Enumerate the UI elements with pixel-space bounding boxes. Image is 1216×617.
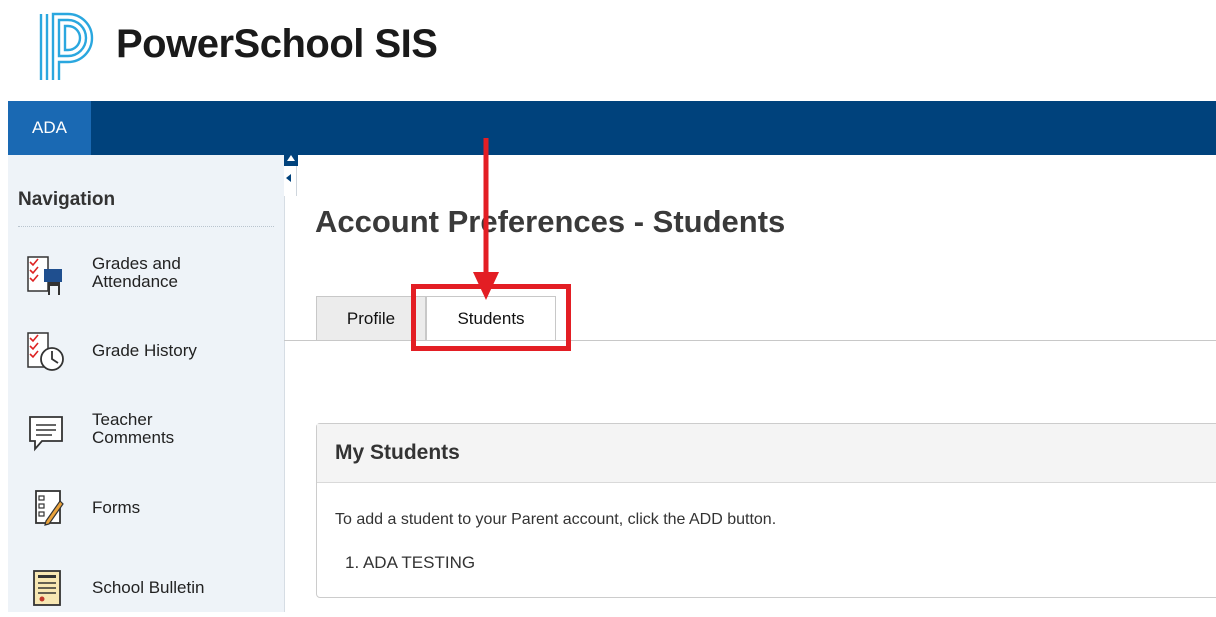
tab-profile[interactable]: Profile: [316, 296, 426, 341]
list-item[interactable]: 1. ADA TESTING: [345, 553, 475, 573]
annotation-highlight-box: [411, 284, 571, 351]
sidebar-item-label: Grades and: [92, 254, 181, 273]
sidebar-item-label: Attendance: [92, 272, 179, 291]
student-tab-ada[interactable]: ADA: [8, 101, 91, 155]
sidebar-item-label: Teacher: [92, 410, 153, 429]
annotation-arrow-icon: [473, 138, 499, 300]
forms-icon: [35, 490, 64, 526]
header: PowerSchool SIS: [0, 0, 1216, 101]
sidebar-item-label: School Bulletin: [92, 578, 205, 597]
add-student-instruction: To add a student to your Parent account,…: [335, 511, 777, 528]
sidebar-item-teacher-comments[interactable]: Teacher Comments: [18, 405, 278, 461]
page-title: Account Preferences - Students: [315, 204, 786, 239]
sidebar-item-school-bulletin[interactable]: School Bulletin: [18, 561, 278, 617]
collapse-up-icon[interactable]: [284, 152, 298, 166]
my-students-panel: My Students To add a student to your Par…: [316, 423, 1216, 598]
collapse-divider: [296, 166, 297, 196]
panel-title: My Students: [335, 441, 460, 464]
school-bulletin-icon: [33, 570, 61, 606]
grades-attendance-icon: [27, 256, 62, 295]
navigation-heading: Navigation: [18, 189, 116, 210]
sidebar-item-label: Comments: [92, 428, 175, 447]
sidebar-collapse-toggle[interactable]: [284, 152, 298, 196]
collapse-left-icon[interactable]: [286, 174, 291, 182]
teacher-comments-icon: [29, 416, 63, 452]
sidebar-item-forms[interactable]: Forms: [18, 481, 278, 537]
sidebar-item-grades-attendance[interactable]: Grades and Attendance: [18, 247, 278, 303]
sidebar-navigation: Navigation Grades and Attendance Grade H…: [8, 155, 285, 612]
sidebar-item-label: Grade History: [92, 341, 197, 360]
top-navigation-bar: ADA: [8, 101, 1216, 155]
navigation-divider: [18, 226, 274, 227]
app-title: PowerSchool SIS: [116, 22, 438, 66]
grade-history-icon: [27, 332, 64, 371]
sidebar-item-label: Forms: [92, 498, 141, 517]
powerschool-logo-icon: [39, 12, 94, 80]
sidebar-item-grade-history[interactable]: Grade History: [18, 323, 278, 379]
panel-header: My Students: [317, 424, 1216, 483]
student-list: 1. ADA TESTING: [345, 553, 475, 573]
